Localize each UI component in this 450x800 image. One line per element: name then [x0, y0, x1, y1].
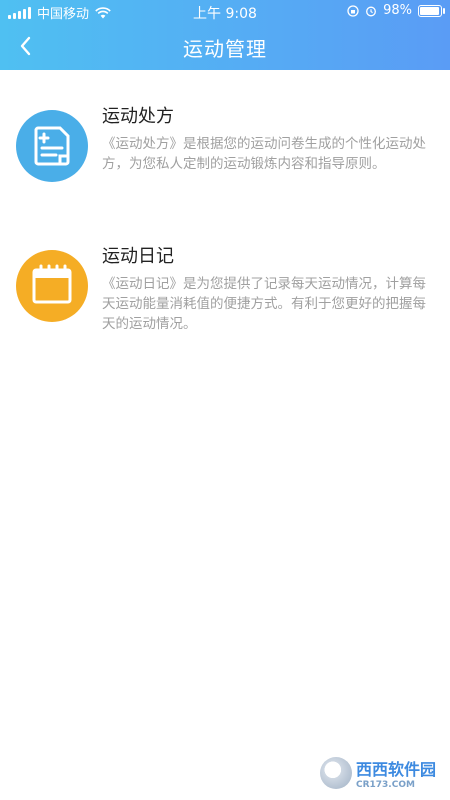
watermark-logo-icon — [319, 757, 352, 789]
item-title: 运动日记 — [102, 246, 174, 267]
rotation-lock-icon — [347, 4, 359, 17]
status-bar: 中国移动 上午 9:08 98% — [0, 0, 450, 22]
watermark-site: CR173.COM — [355, 780, 415, 790]
exercise-diary-card[interactable]: 运动日记 《运动日记》是为您提供了记录每天运动情况，计算每天运动能量消耗值的便捷… — [0, 228, 450, 360]
app-header: 中国移动 上午 9:08 98% 运动管理 — [0, 0, 450, 70]
page-title: 运动管理 — [183, 37, 267, 61]
calendar-icon — [16, 250, 88, 322]
prescription-document-icon — [16, 110, 88, 182]
item-title: 运动处方 — [102, 106, 174, 127]
item-description: 《运动日记》是为您提供了记录每天运动情况，计算每天运动能量消耗值的便捷方式。有利… — [102, 276, 426, 332]
battery-percent: 98% — [383, 3, 412, 18]
item-description: 《运动处方》是根据您的运动问卷生成的个性化运动处方，为您私人定制的运动锻炼内容和… — [102, 136, 426, 172]
exercise-prescription-card[interactable]: 运动处方 《运动处方》是根据您的运动问卷生成的个性化运动处方，为您私人定制的运动… — [0, 88, 450, 220]
watermark: 西西软件园 CR173.COM — [319, 756, 436, 790]
watermark-brand: 西西软件园 — [355, 760, 436, 779]
battery-fill — [420, 6, 439, 15]
battery-icon — [418, 4, 445, 17]
navigation-bar: 运动管理 — [0, 22, 450, 70]
alarm-icon — [366, 6, 377, 16]
